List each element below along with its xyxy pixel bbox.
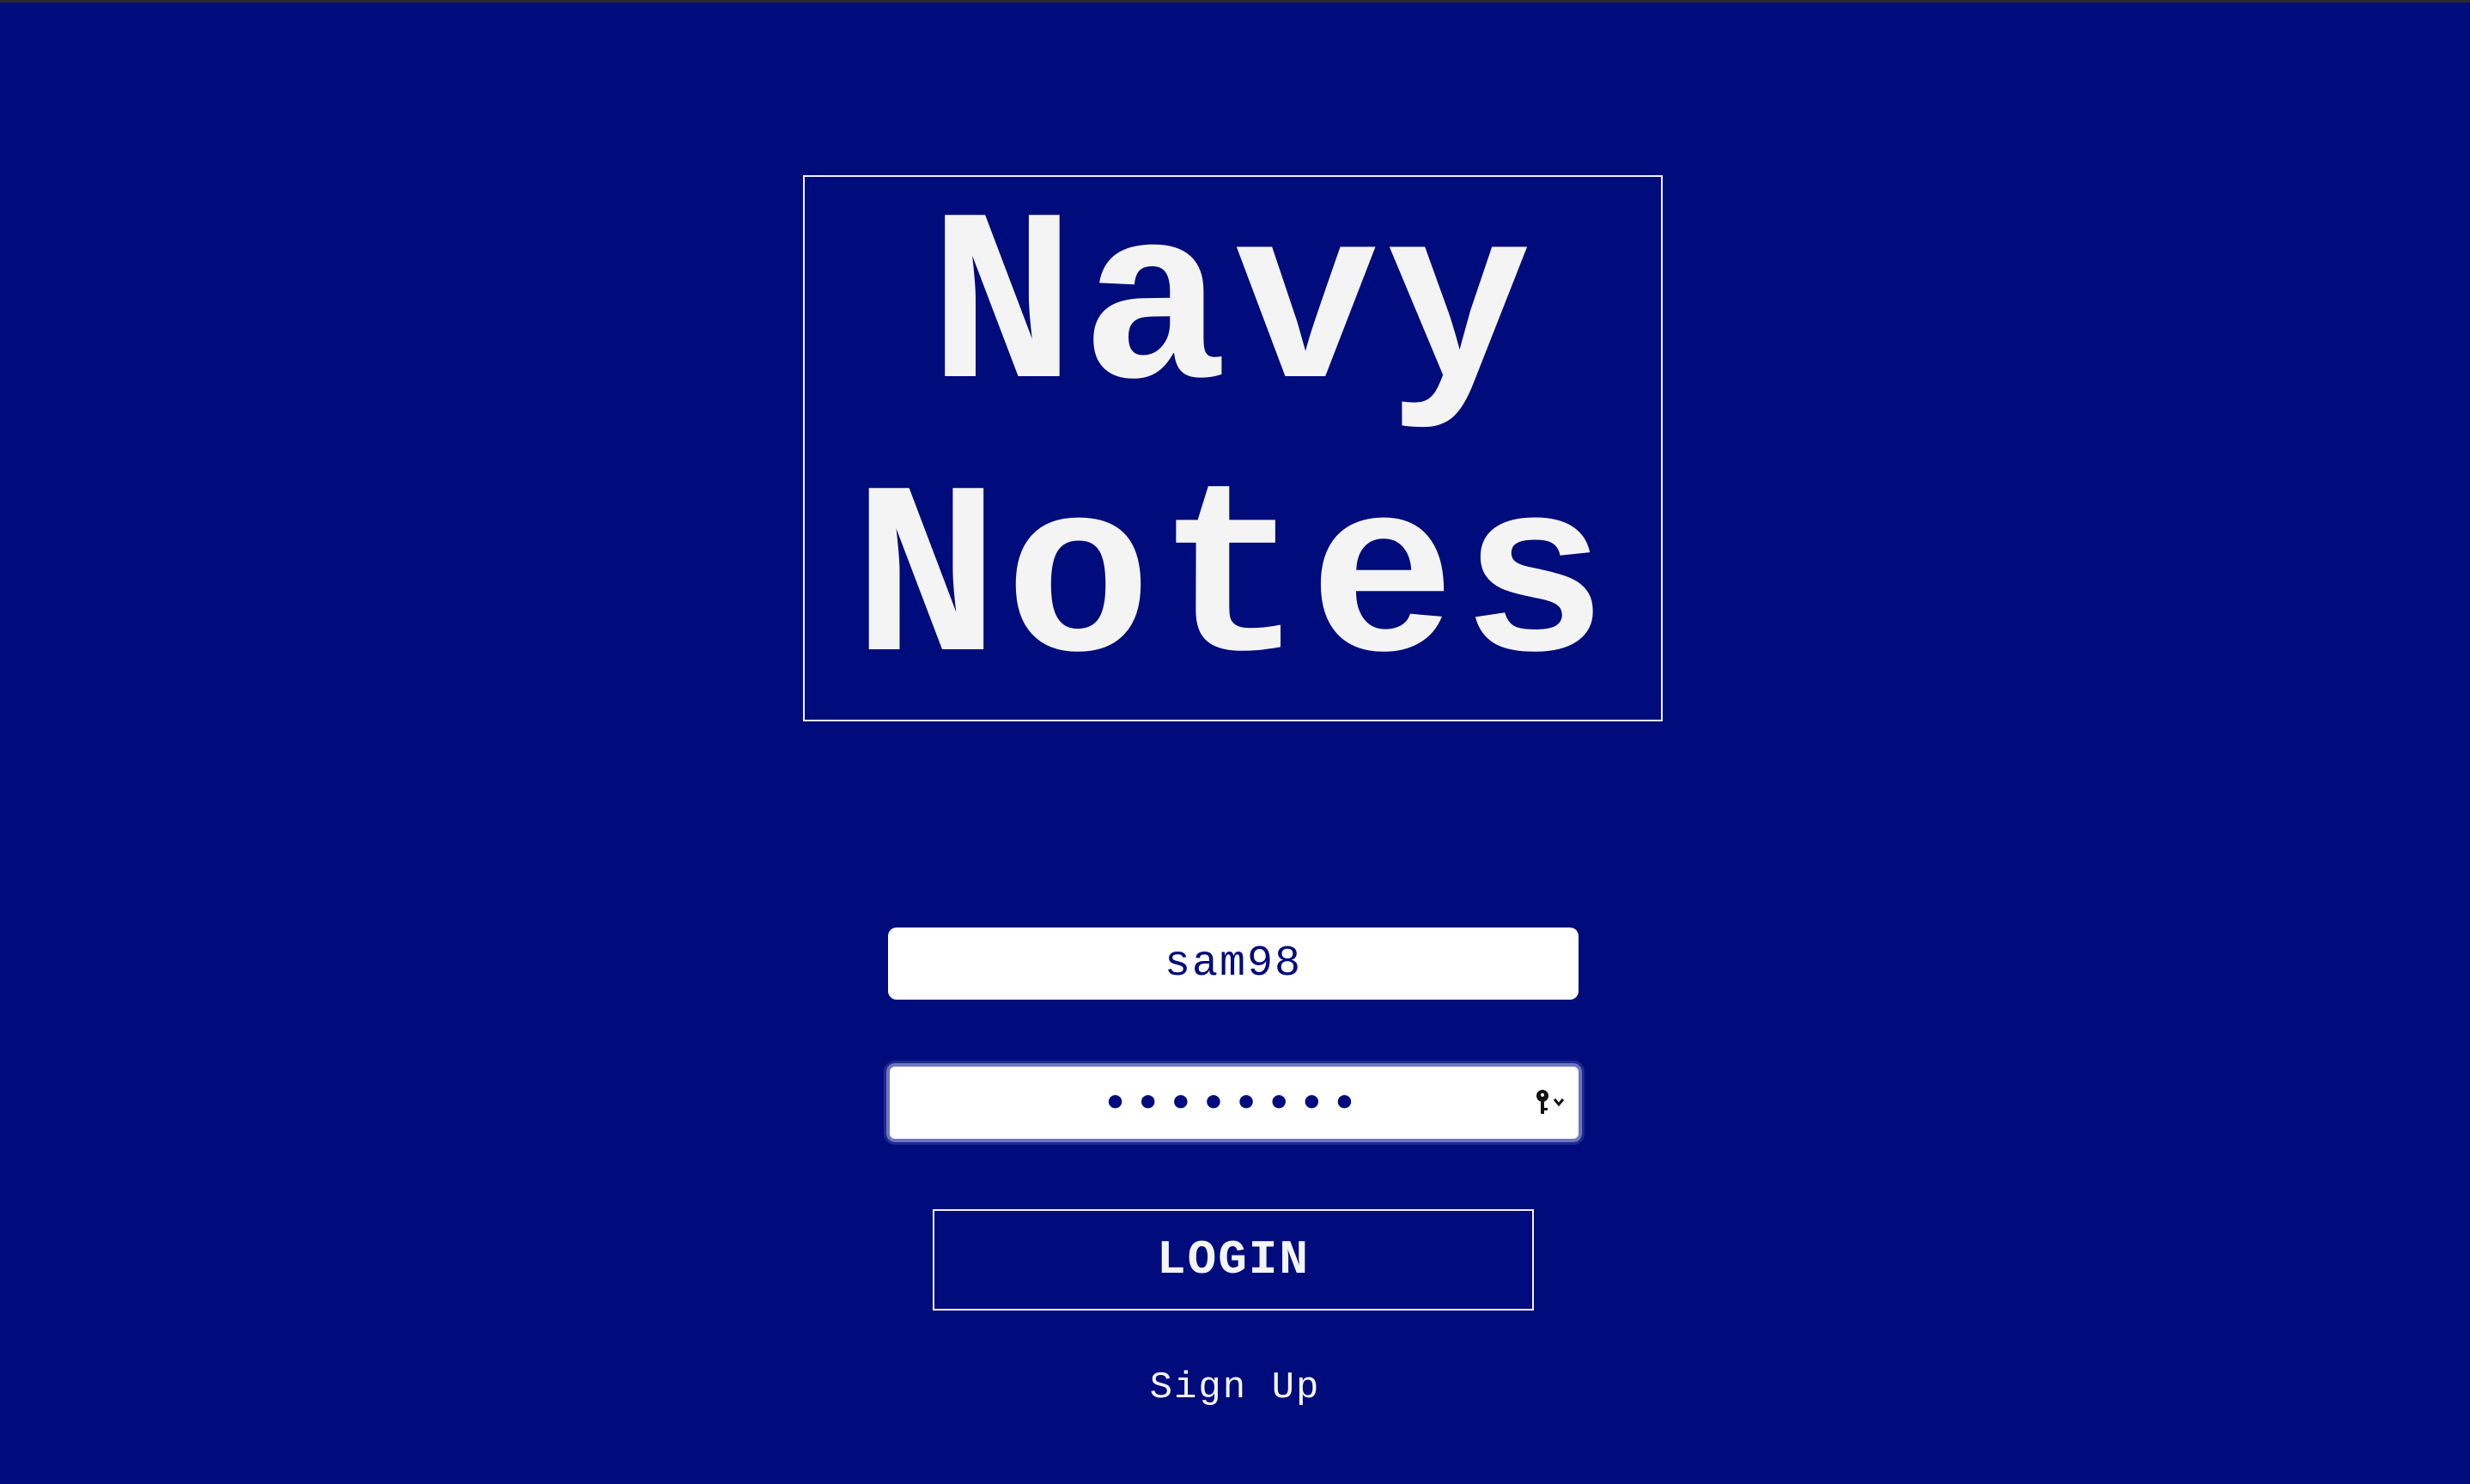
- password-field[interactable]: ••••••••: [884, 1061, 1585, 1145]
- login-button-label: LOGIN: [1156, 1232, 1311, 1287]
- app-logo: Navy Notes: [803, 175, 1663, 721]
- password-autofill-key-icon[interactable]: [1532, 1087, 1570, 1118]
- login-page: Navy Notes sam98 •••••••• LOGIN Sign Up: [0, 0, 2470, 1484]
- logo-title-line-2: Notes: [852, 446, 1614, 723]
- login-button[interactable]: LOGIN: [933, 1209, 1534, 1311]
- window-top-edge: [0, 0, 2470, 3]
- username-field[interactable]: sam98: [888, 928, 1579, 1000]
- username-value: sam98: [1164, 939, 1303, 988]
- password-value: ••••••••: [1103, 1080, 1366, 1125]
- signup-link[interactable]: Sign Up: [1063, 1364, 1407, 1412]
- key-icon: [1536, 1090, 1565, 1114]
- logo-title-line-1: Navy: [928, 173, 1537, 450]
